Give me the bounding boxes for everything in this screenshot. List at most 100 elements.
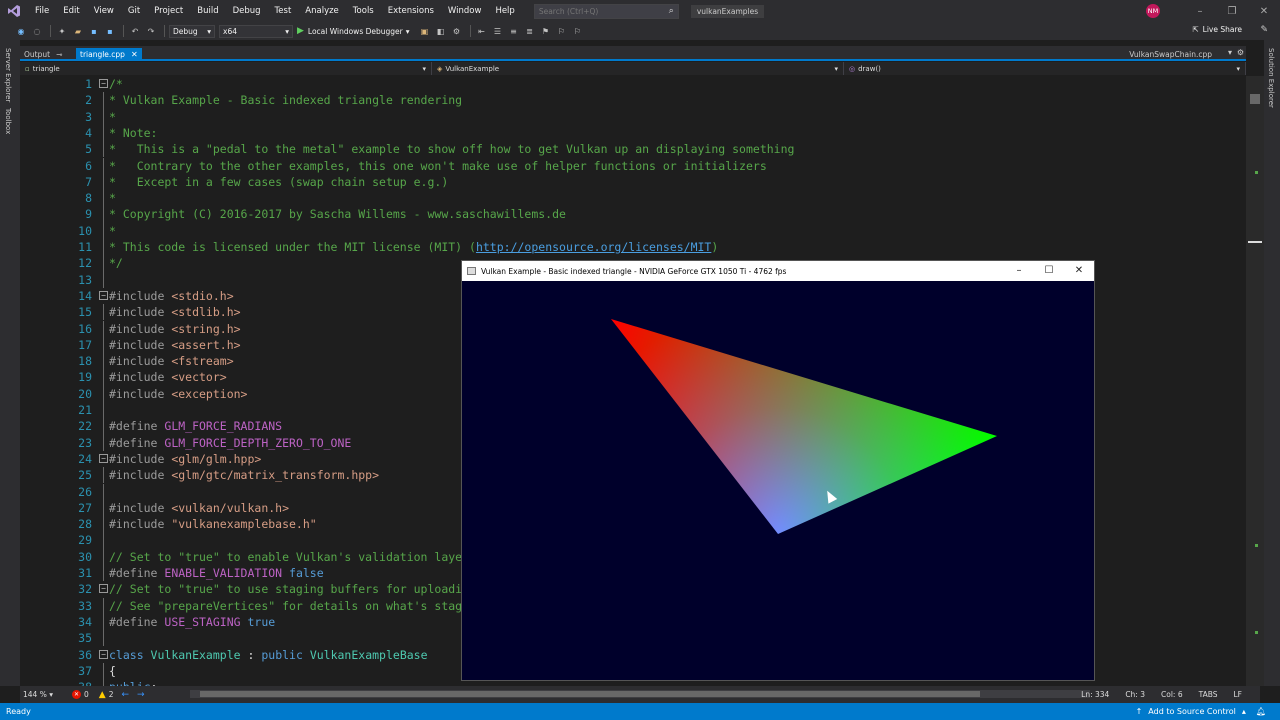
menu-item-file[interactable]: File [28, 6, 56, 16]
code-token: #include [109, 337, 172, 352]
navigate-forward-icon[interactable]: → [137, 690, 145, 700]
maximize-icon[interactable]: ☐ [1034, 261, 1064, 281]
uncomment-icon[interactable]: ≣ [523, 24, 537, 38]
zoom-level[interactable]: 144 % ▾ [20, 690, 62, 699]
bookmark-icon[interactable]: ⚑ [539, 24, 553, 38]
code-line[interactable]: 3 * [20, 108, 1246, 125]
outline-guide [103, 483, 104, 500]
collapse-region-icon[interactable]: − [99, 290, 108, 300]
notifications-icon[interactable]: 🔔︎ [1256, 707, 1266, 716]
back-icon[interactable]: ◉ [14, 24, 28, 38]
restore-icon[interactable]: ❐ [1216, 6, 1248, 17]
code-line[interactable]: 6 * Contrary to the other examples, this … [20, 157, 1246, 174]
search-box[interactable]: ⌕ [533, 3, 679, 19]
menu-item-help[interactable]: Help [488, 6, 521, 16]
horizontal-scrollbar[interactable] [190, 690, 1090, 698]
collapse-region-icon[interactable]: − [99, 584, 108, 594]
bookmark-prev-icon[interactable]: ⚐ [555, 24, 569, 38]
menu-item-build[interactable]: Build [190, 6, 225, 16]
line-number: 21 [78, 403, 92, 417]
avatar[interactable]: NM [1146, 4, 1160, 18]
start-debugging-button[interactable]: ▶ Local Windows Debugger ▾ [297, 26, 410, 36]
menu-item-debug[interactable]: Debug [226, 6, 268, 16]
scrollbar-thumb[interactable] [1250, 94, 1260, 104]
save-all-icon[interactable]: ▪ [103, 24, 117, 38]
vertical-scrollbar[interactable] [1246, 76, 1264, 686]
comment-icon[interactable]: ≡ [507, 24, 521, 38]
scope-dropdown[interactable]: ◈ VulkanExample ▾ [432, 62, 844, 75]
code-line[interactable]: 4 * Note: [20, 124, 1246, 142]
toolbar-separator [164, 25, 165, 37]
warning-indicator[interactable]: ▲ 2 [99, 690, 114, 700]
add-to-source-control-button[interactable]: Add to Source Control [1148, 707, 1236, 716]
platform-select[interactable]: x64 ▾ [219, 24, 293, 38]
menu-item-tools[interactable]: Tools [346, 6, 381, 16]
menu-item-git[interactable]: Git [121, 6, 147, 16]
live-share-button[interactable]: ⇱ Live Share [1192, 25, 1242, 34]
collapse-region-icon[interactable]: − [99, 649, 108, 659]
menu-item-test[interactable]: Test [268, 6, 299, 16]
collapse-region-icon[interactable]: − [99, 79, 108, 88]
feedback-icon[interactable]: ✎ [1260, 25, 1268, 35]
code-token: public [261, 647, 310, 662]
new-item-icon[interactable]: ✦ [55, 24, 69, 38]
close-icon[interactable]: ✕ [1248, 6, 1280, 17]
code-token: * Except in a few cases (swap chain setu… [109, 174, 449, 189]
code-line[interactable]: 5 * This is a "pedal to the metal" exampl… [20, 141, 1246, 158]
line-number: 19 [78, 370, 92, 385]
tab-overflow-icon[interactable]: ▾ [1228, 48, 1232, 57]
collapse-region-icon[interactable]: − [99, 453, 108, 463]
navigate-back-icon[interactable]: ← [121, 690, 129, 700]
error-indicator[interactable]: ✕ 0 [72, 690, 89, 699]
solution-explorer-tab[interactable]: Solution Explorer [1267, 48, 1275, 108]
open-folder-icon[interactable]: ▰ [71, 24, 85, 38]
search-input[interactable] [538, 6, 659, 16]
menu-item-edit[interactable]: Edit [56, 6, 86, 16]
menu-item-window[interactable]: Window [441, 6, 489, 16]
close-icon[interactable]: ✕ [131, 50, 138, 59]
code-text: #include <exception> [109, 386, 247, 402]
line-number: Ln: 334 [1081, 690, 1110, 699]
undo-icon[interactable]: ↶ [128, 24, 142, 38]
code-token[interactable]: http://opensource.org/licenses/MIT [476, 240, 711, 254]
forward-icon[interactable]: ◌ [30, 24, 44, 38]
code-line[interactable]: 2 * Vulkan Example - Basic indexed triang… [20, 92, 1246, 109]
close-icon[interactable]: ✕ [1064, 261, 1094, 281]
server-explorer-tab[interactable]: Server Explorer [4, 48, 12, 102]
save-icon[interactable]: ▪ [87, 24, 101, 38]
hot-reload-icon[interactable]: ⚙ [450, 24, 464, 38]
vulkan-window-titlebar[interactable]: Vulkan Example - Basic indexed triangle … [462, 261, 1094, 281]
settings-icon[interactable]: ⚙ [1237, 48, 1244, 57]
outline-guide [103, 679, 104, 686]
browse-icon[interactable]: ▣ [418, 24, 432, 38]
project-dropdown[interactable]: ▫ triangle ▾ [20, 62, 432, 75]
minimize-icon[interactable]: – [1004, 261, 1034, 281]
outline-guide [103, 565, 104, 582]
bookmark-next-icon[interactable]: ⚐ [571, 24, 585, 38]
code-line[interactable]: 8 * [20, 190, 1246, 207]
toolbox-tab[interactable]: Toolbox [4, 108, 12, 134]
code-line[interactable]: 11 * This code is licensed under the MIT … [20, 239, 1246, 256]
indent-mode[interactable]: TABS [1199, 690, 1218, 699]
vulkan-example-window[interactable]: Vulkan Example - Basic indexed triangle … [461, 260, 1095, 681]
menu-item-view[interactable]: View [87, 6, 121, 16]
menu-item-project[interactable]: Project [147, 6, 190, 16]
line-ending[interactable]: LF [1234, 690, 1243, 699]
class-icon: ◈ [437, 64, 443, 73]
vulkan-render-surface[interactable] [462, 281, 1094, 680]
redo-icon[interactable]: ↷ [144, 24, 158, 38]
menu-item-extensions[interactable]: Extensions [381, 6, 441, 16]
format-icon[interactable]: ☰ [491, 24, 505, 38]
code-line[interactable]: 10 * [20, 222, 1246, 239]
diagnostics-icon[interactable]: ◧ [434, 24, 448, 38]
member-dropdown[interactable]: ◎ draw() ▾ [844, 62, 1246, 75]
code-line[interactable]: 1−/* [20, 76, 1246, 92]
configuration-select[interactable]: Debug ▾ [169, 24, 215, 38]
menu-item-analyze[interactable]: Analyze [298, 6, 346, 16]
horizontal-scrollbar-thumb[interactable] [200, 691, 980, 697]
code-line[interactable]: 9 * Copyright (C) 2016-2017 by Sascha Wil… [20, 206, 1246, 223]
code-line[interactable]: 7 * Except in a few cases (swap chain set… [20, 173, 1246, 191]
minimize-icon[interactable]: – [1184, 6, 1216, 17]
step-icon[interactable]: ⇤ [475, 24, 489, 38]
pin-icon[interactable]: ⊸ [56, 50, 62, 59]
